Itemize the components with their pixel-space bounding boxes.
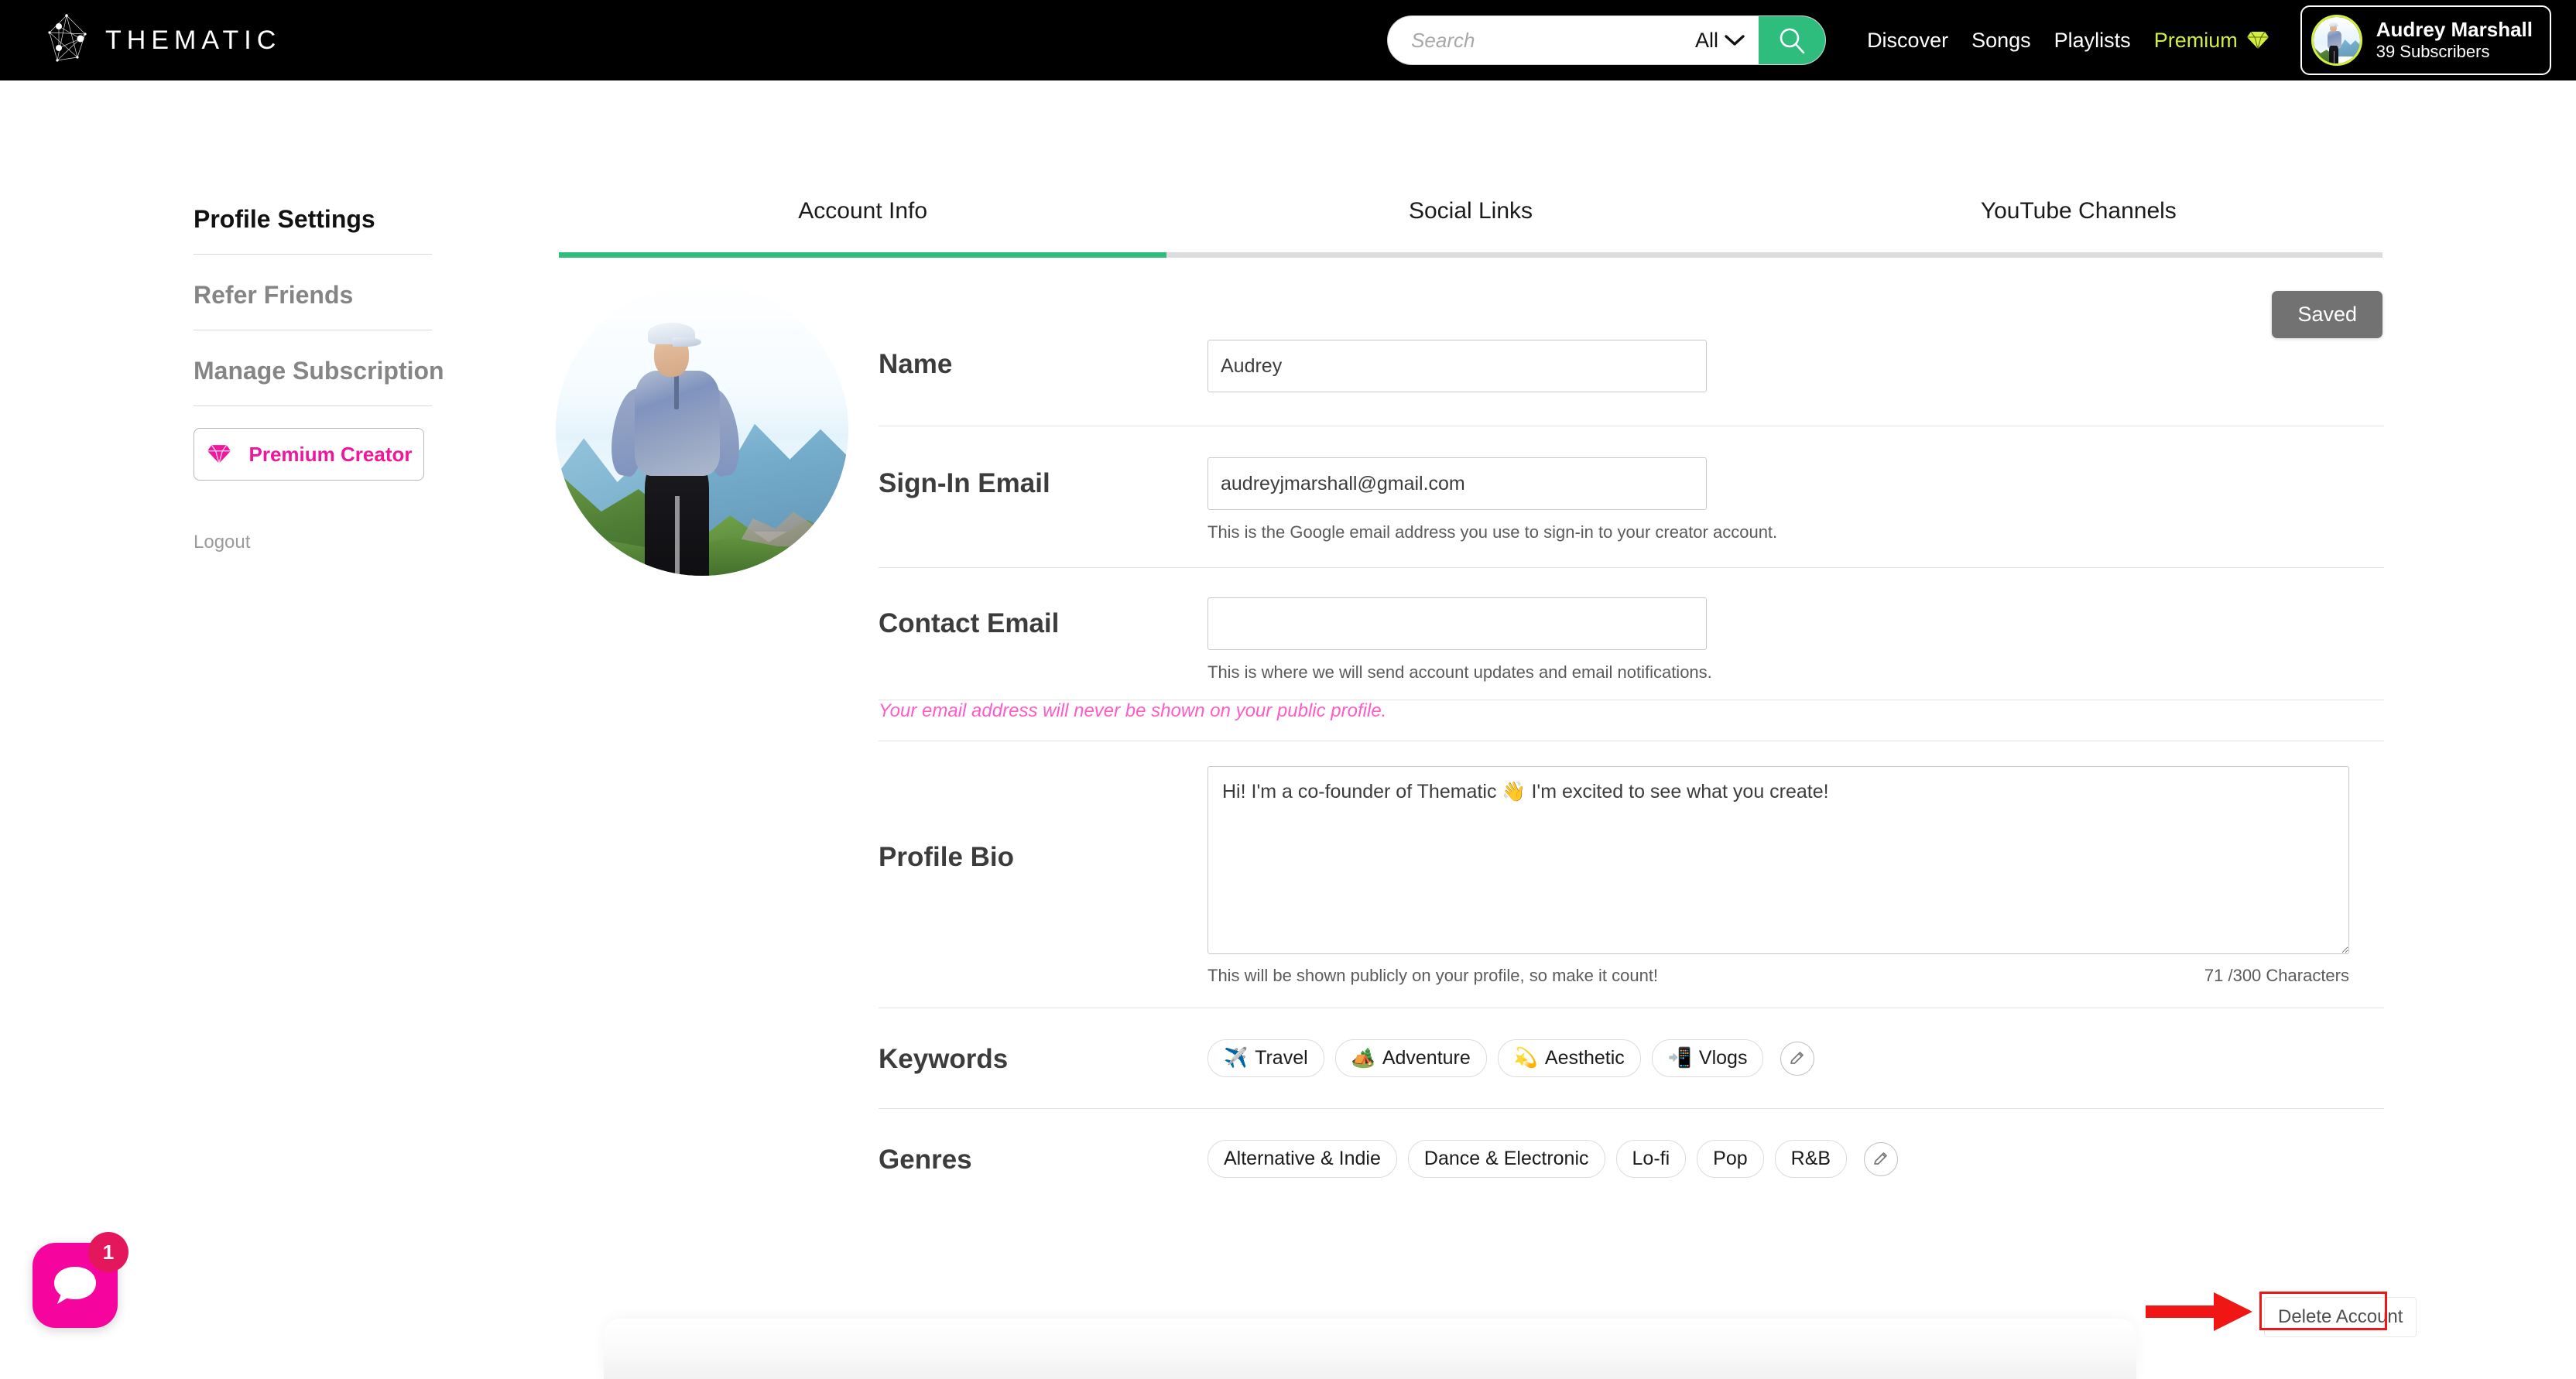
- keyword-chip-label: Adventure: [1382, 1047, 1471, 1069]
- keyword-chip-label: Vlogs: [1698, 1047, 1748, 1069]
- chat-unread-badge: 1: [88, 1232, 128, 1272]
- contact-email-input[interactable]: [1208, 597, 1707, 650]
- panel-bottom-edge: [604, 1319, 2136, 1379]
- logout-link[interactable]: Logout: [194, 532, 432, 553]
- tab-account-info[interactable]: Account Info: [559, 198, 1167, 258]
- nav-item-premium[interactable]: Premium: [2154, 29, 2269, 53]
- search-box[interactable]: All: [1388, 16, 1826, 64]
- camping-icon: 🏕️: [1351, 1047, 1375, 1069]
- name-label: Name: [879, 349, 953, 379]
- genres-label: Genres: [879, 1145, 972, 1175]
- keyword-chip-list: ✈️ Travel 🏕️ Adventure 💫 Aesthetic 📲 Vlo…: [1208, 1039, 2384, 1077]
- keyword-chip[interactable]: 🏕️ Adventure: [1334, 1039, 1487, 1077]
- search-button[interactable]: [1759, 16, 1826, 64]
- search-icon: [1780, 28, 1805, 54]
- chat-widget-button[interactable]: 1: [33, 1232, 128, 1328]
- sidebar-item-manage-subscription[interactable]: Manage Subscription: [194, 352, 444, 406]
- keyword-chip-label: Travel: [1255, 1047, 1308, 1069]
- account-info-form: Name Sign-In Email This is the Google em…: [879, 313, 2384, 1209]
- search-input[interactable]: [1388, 28, 1691, 53]
- pencil-icon: [1874, 1151, 1887, 1165]
- genre-chip[interactable]: Pop: [1697, 1140, 1764, 1178]
- photo-person-cap: [648, 323, 702, 347]
- keywords-label: Keywords: [879, 1044, 1009, 1074]
- edit-keywords-button[interactable]: [1780, 1041, 1815, 1076]
- keyword-chip[interactable]: 💫 Aesthetic: [1497, 1039, 1641, 1077]
- photo-person-legs: [645, 458, 710, 576]
- signin-email-hint: This is the Google email address you use…: [1208, 522, 1778, 542]
- signin-email-input[interactable]: [1208, 457, 1707, 510]
- delete-account-button[interactable]: Delete Account: [2264, 1297, 2417, 1337]
- form-row-privacy-note: Your email address will never be shown o…: [879, 700, 2384, 741]
- form-row-profile-bio: Profile Bio This will be shown publicly …: [879, 741, 2384, 1008]
- avatar: [2311, 15, 2362, 66]
- profile-bio-textarea[interactable]: [1208, 766, 2349, 954]
- keyword-chip-label: Aesthetic: [1544, 1047, 1625, 1069]
- diamond-icon: [207, 444, 231, 464]
- settings-sidebar: Profile Settings Refer Friends Manage Su…: [194, 200, 444, 553]
- user-subscribers: 39 Subscribers: [2376, 42, 2490, 62]
- chat-bubble-icon: [54, 1267, 96, 1304]
- premium-creator-button[interactable]: Premium Creator: [194, 428, 424, 481]
- form-row-keywords: Keywords ✈️ Travel 🏕️ Adventure 💫 Aesthe…: [879, 1008, 2384, 1109]
- contact-email-label: Contact Email: [879, 608, 1060, 638]
- brand-logo[interactable]: THEMATIC: [43, 12, 281, 68]
- nav-item-songs[interactable]: Songs: [1971, 29, 2031, 53]
- form-row-signin-email: Sign-In Email This is the Google email a…: [879, 426, 2384, 568]
- genre-chip-list: Alternative & Indie Dance & Electronic L…: [1208, 1140, 2384, 1178]
- search-filter-label: All: [1695, 28, 1719, 52]
- main-nav: Discover Songs Playlists Premium: [1867, 29, 2269, 53]
- profile-bio-label: Profile Bio: [879, 842, 1015, 872]
- chevron-down-icon: [1725, 35, 1745, 46]
- sparkle-icon: 💫: [1513, 1047, 1538, 1069]
- nav-item-discover[interactable]: Discover: [1867, 29, 1948, 53]
- genre-chip[interactable]: Alternative & Indie: [1208, 1140, 1397, 1178]
- brand-name: THEMATIC: [105, 25, 282, 55]
- genre-chip[interactable]: R&B: [1774, 1140, 1848, 1178]
- thematic-constellation-logo: [48, 14, 87, 62]
- form-row-name: Name: [879, 313, 2384, 426]
- header-right-cluster: All Discover Songs Playlists Premium: [1388, 0, 2576, 80]
- form-row-genres: Genres Alternative & Indie Dance & Elect…: [879, 1109, 2384, 1209]
- email-privacy-note: Your email address will never be shown o…: [879, 700, 1387, 721]
- profile-photo[interactable]: [556, 283, 848, 576]
- nav-item-playlists[interactable]: Playlists: [2054, 29, 2131, 53]
- contact-email-hint: This is where we will send account updat…: [1208, 662, 1712, 682]
- search-filter-dropdown[interactable]: All: [1690, 29, 1759, 53]
- profile-bio-counter: 71 /300 Characters: [2204, 966, 2349, 985]
- name-input[interactable]: [1208, 340, 1707, 392]
- sidebar-item-profile-settings[interactable]: Profile Settings: [194, 200, 432, 255]
- signin-email-label: Sign-In Email: [879, 468, 1050, 498]
- genre-chip[interactable]: Dance & Electronic: [1407, 1140, 1605, 1178]
- edit-genres-button[interactable]: [1864, 1141, 1899, 1176]
- keyword-chip[interactable]: ✈️ Travel: [1208, 1039, 1324, 1077]
- genre-chip[interactable]: Lo-fi: [1615, 1140, 1687, 1178]
- pencil-icon: [1790, 1051, 1804, 1064]
- diamond-icon: [2246, 31, 2269, 50]
- page-body: Profile Settings Refer Friends Manage Su…: [0, 80, 2576, 1379]
- tab-social-links[interactable]: Social Links: [1166, 198, 1775, 258]
- settings-tabs: Account Info Social Links YouTube Channe…: [559, 198, 2382, 258]
- airplane-icon: ✈️: [1224, 1047, 1249, 1069]
- top-header: THEMATIC All Discover Songs Playlists: [0, 0, 2576, 80]
- form-row-contact-email: Contact Email This is where we will send…: [879, 568, 2384, 700]
- user-name: Audrey Marshall: [2376, 18, 2533, 42]
- tab-youtube-channels[interactable]: YouTube Channels: [1774, 198, 2382, 258]
- mobile-phone-icon: 📲: [1667, 1047, 1692, 1069]
- photo-person-zipper: [674, 374, 680, 409]
- user-profile-chip[interactable]: Audrey Marshall 39 Subscribers: [2300, 5, 2551, 75]
- premium-creator-label: Premium Creator: [248, 442, 413, 466]
- sidebar-item-refer-friends[interactable]: Refer Friends: [194, 276, 432, 330]
- keyword-chip[interactable]: 📲 Vlogs: [1651, 1039, 1764, 1077]
- nav-premium-label: Premium: [2153, 28, 2238, 52]
- profile-bio-hint: This will be shown publicly on your prof…: [1208, 966, 1659, 985]
